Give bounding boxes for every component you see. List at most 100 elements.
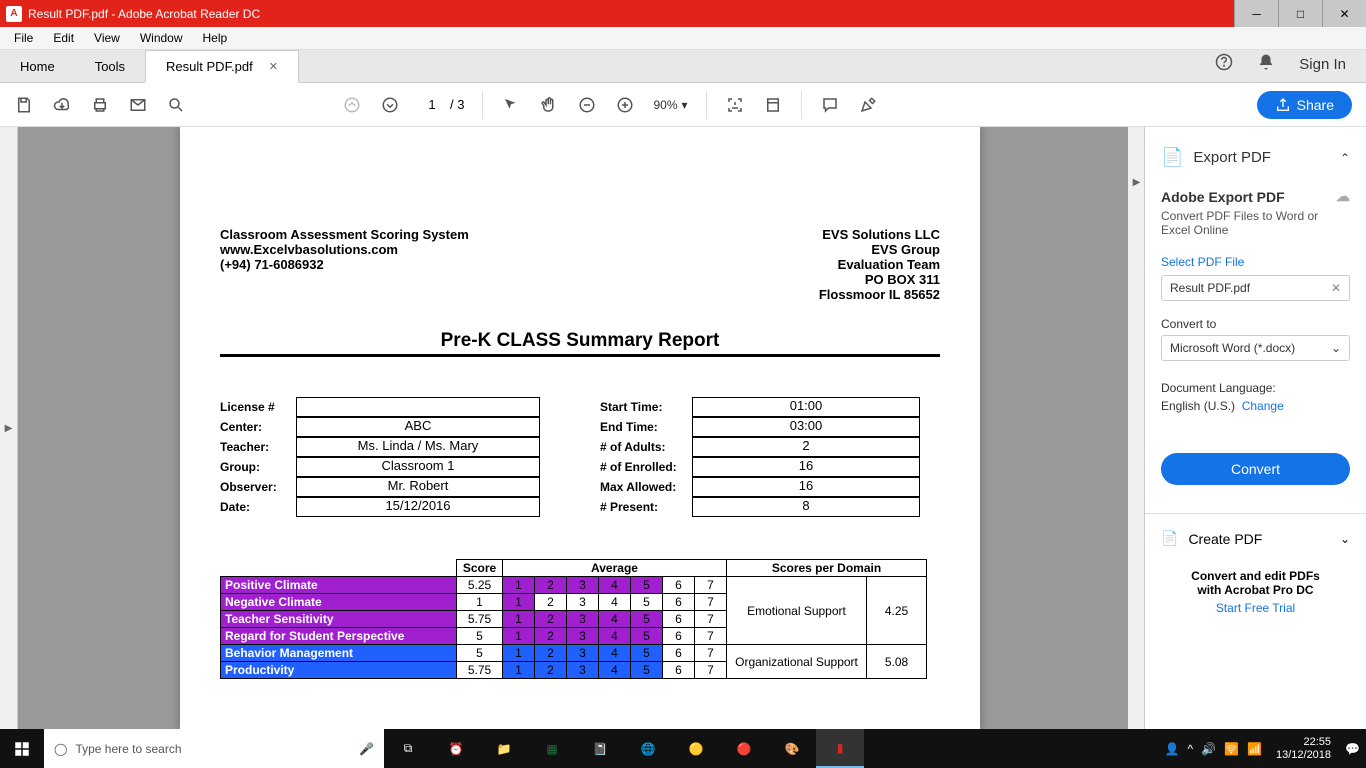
convert-to-label: Convert to [1161, 317, 1350, 331]
sign-icon[interactable] [858, 95, 878, 115]
info-row: # of Adults:2 [600, 437, 920, 457]
comment-icon[interactable] [820, 95, 840, 115]
change-language-link[interactable]: Change [1242, 399, 1284, 413]
tab-close-icon[interactable]: ✕ [269, 60, 278, 73]
score-scale-cell: 2 [535, 594, 567, 611]
selection-icon[interactable] [501, 95, 521, 115]
share-label: Share [1297, 97, 1334, 113]
score-scale-cell: 6 [663, 611, 695, 628]
app-explorer[interactable]: 📁 [480, 729, 528, 768]
app-clock[interactable]: ⏰ [432, 729, 480, 768]
tray-people-icon[interactable]: 👤 [1165, 742, 1180, 756]
start-trial-link[interactable]: Start Free Trial [1155, 601, 1356, 615]
info-label: Start Time: [600, 400, 692, 414]
app-misc1[interactable]: 🟡 [672, 729, 720, 768]
tab-document[interactable]: Result PDF.pdf ✕ [145, 50, 299, 83]
fit-width-icon[interactable] [725, 95, 745, 115]
tab-home[interactable]: Home [0, 51, 75, 82]
menu-view[interactable]: View [84, 29, 130, 47]
document-viewport[interactable]: Classroom Assessment Scoring System www.… [18, 127, 1144, 729]
search-icon[interactable] [166, 95, 186, 115]
score-scale-cell: 5 [631, 662, 663, 679]
app-notes[interactable]: 📓 [576, 729, 624, 768]
app-acrobat[interactable]: ▮ [816, 729, 864, 768]
cloud-icon[interactable] [52, 95, 72, 115]
menu-window[interactable]: Window [130, 29, 193, 47]
app-misc2[interactable]: 🔴 [720, 729, 768, 768]
mic-icon[interactable]: 🎤 [359, 742, 374, 756]
score-scale-cell: 3 [567, 628, 599, 645]
score-value: 5 [457, 645, 503, 662]
start-button[interactable] [0, 729, 44, 768]
score-scale-cell: 5 [631, 628, 663, 645]
tab-document-label: Result PDF.pdf [166, 59, 253, 74]
menu-edit[interactable]: Edit [43, 29, 84, 47]
page-up-icon[interactable] [342, 95, 362, 115]
tray-wifi-icon[interactable]: 📶 [1247, 742, 1262, 756]
doc-language-label: Document Language: [1161, 381, 1350, 395]
tray-up-icon[interactable]: ^ [1187, 742, 1193, 756]
info-row: Center:ABC [220, 417, 540, 437]
zoom-in-icon[interactable] [615, 95, 635, 115]
format-select[interactable]: Microsoft Word (*.docx) ⌄ [1161, 335, 1350, 361]
info-label: Group: [220, 460, 296, 474]
signin-link[interactable]: Sign In [1299, 56, 1346, 73]
menu-help[interactable]: Help [193, 29, 238, 47]
export-pdf-panel-header[interactable]: 📄 Export PDF ⌃ [1145, 137, 1366, 178]
score-scale-cell: 3 [567, 611, 599, 628]
select-file-link[interactable]: Select PDF File [1161, 255, 1350, 269]
tray-clock[interactable]: 22:55 13/12/2018 [1270, 736, 1337, 760]
score-scale-cell: 2 [535, 628, 567, 645]
info-value: 8 [692, 497, 920, 517]
convert-button[interactable]: Convert [1161, 453, 1350, 485]
cloud-icon: ☁ [1336, 188, 1350, 205]
clear-file-icon[interactable]: ✕ [1331, 281, 1341, 295]
zoom-select[interactable]: 90% ▾ [653, 98, 687, 112]
email-icon[interactable] [128, 95, 148, 115]
adobe-export-subtitle: Convert PDF Files to Word or Excel Onlin… [1161, 209, 1350, 237]
taskview-icon[interactable]: ⧉ [384, 729, 432, 768]
hand-icon[interactable] [539, 95, 559, 115]
right-panel-toggle[interactable]: ▶ [1129, 127, 1145, 237]
score-scale-cell: 4 [599, 662, 631, 679]
close-button[interactable]: ✕ [1322, 0, 1366, 27]
page-down-icon[interactable] [380, 95, 400, 115]
domain-name: Organizational Support [727, 645, 867, 679]
tray-volume-icon[interactable]: 🔊 [1201, 742, 1216, 756]
tray-network-icon[interactable]: 🛜 [1224, 742, 1239, 756]
separator [801, 91, 802, 119]
maximize-button[interactable]: □ [1278, 0, 1322, 27]
save-icon[interactable] [14, 95, 34, 115]
score-scale-cell: 3 [567, 645, 599, 662]
score-scale-cell: 6 [663, 662, 695, 679]
minimize-button[interactable]: ─ [1234, 0, 1278, 27]
score-table: ScoreAverageScores per DomainPositive Cl… [220, 559, 927, 679]
create-pdf-panel-header[interactable]: 📄 Create PDF ⌄ [1145, 513, 1366, 563]
notifications-icon[interactable] [1257, 53, 1275, 76]
fit-page-icon[interactable] [763, 95, 783, 115]
print-icon[interactable] [90, 95, 110, 115]
app-excel[interactable]: ▦ [528, 729, 576, 768]
create-pdf-icon: 📄 [1161, 530, 1178, 547]
page-current-input[interactable] [418, 97, 446, 112]
menu-file[interactable]: File [4, 29, 43, 47]
score-row-label: Positive Climate [221, 577, 457, 594]
info-value: Mr. Robert [296, 477, 540, 497]
info-value: 16 [692, 477, 920, 497]
app-chrome[interactable]: 🌐 [624, 729, 672, 768]
info-row: Observer:Mr. Robert [220, 477, 540, 497]
tray-notifications-icon[interactable]: 💬 [1345, 742, 1360, 756]
app-paint[interactable]: 🎨 [768, 729, 816, 768]
header-right-line: PO BOX 311 [819, 272, 940, 287]
taskbar-search[interactable]: ◯ Type here to search 🎤 [44, 729, 384, 768]
info-row: Teacher:Ms. Linda / Ms. Mary [220, 437, 540, 457]
domain-name: Emotional Support [727, 577, 867, 645]
left-panel-toggle[interactable]: ▶ [0, 127, 18, 729]
info-value: 01:00 [692, 397, 920, 417]
zoom-out-icon[interactable] [577, 95, 597, 115]
help-icon[interactable] [1215, 53, 1233, 76]
chevron-up-icon: ⌃ [1340, 151, 1350, 165]
header-right-line: Evaluation Team [819, 257, 940, 272]
tab-tools[interactable]: Tools [75, 51, 145, 82]
share-button[interactable]: Share [1257, 91, 1352, 119]
